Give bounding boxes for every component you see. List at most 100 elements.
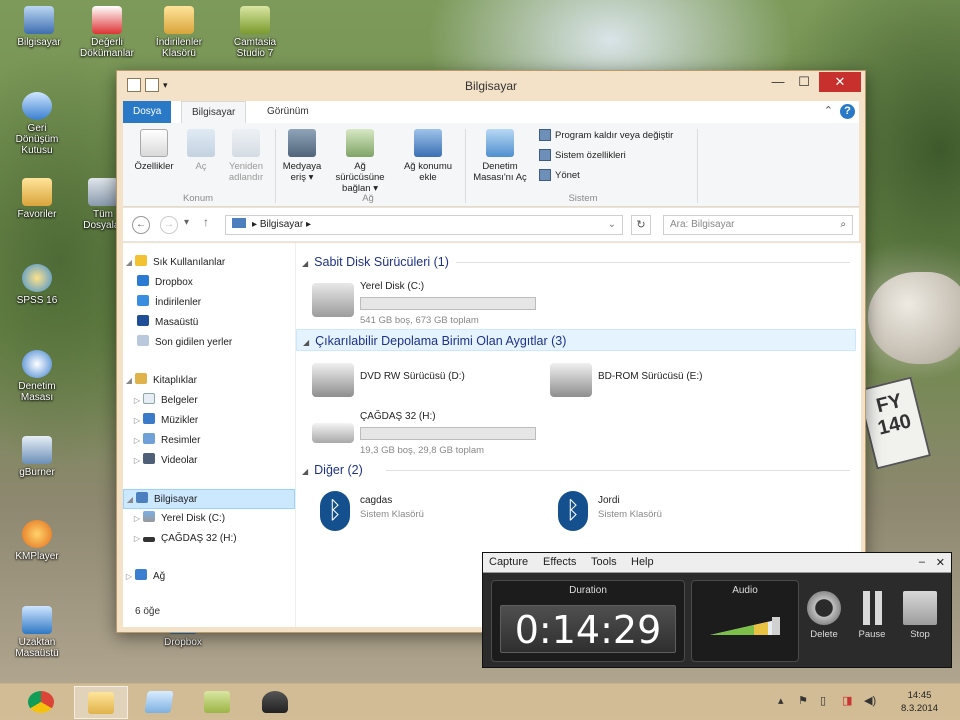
- nav-item-pictures[interactable]: ▷ Resimler: [123, 431, 295, 451]
- taskbar-camtasia-recorder[interactable]: [248, 686, 302, 719]
- menu-tools[interactable]: Tools: [591, 556, 617, 568]
- menu-effects[interactable]: Effects: [543, 556, 576, 568]
- desktop-icon-gburner[interactable]: gBurner: [6, 436, 68, 478]
- collapse-arrow-icon[interactable]: ◢: [123, 253, 135, 273]
- collapse-group-icon[interactable]: ◢: [303, 338, 309, 347]
- network-icon[interactable]: ◨: [842, 694, 852, 707]
- menu-help[interactable]: Help: [631, 556, 654, 568]
- show-hidden-icons-icon[interactable]: ▴: [778, 694, 784, 707]
- forward-button[interactable]: →: [160, 216, 178, 234]
- tab-computer[interactable]: Bilgisayar: [181, 101, 247, 123]
- expand-arrow-icon[interactable]: ▷: [123, 567, 135, 587]
- back-button[interactable]: ←: [132, 216, 150, 234]
- recorder-close-button[interactable]: ✕: [936, 556, 945, 569]
- expand-arrow-icon[interactable]: ▷: [131, 411, 143, 431]
- maximize-button[interactable]: ☐: [791, 72, 817, 92]
- drive-tile-usb[interactable]: ÇAĞDAŞ 32 (H:) 19,3 GB boş, 29,8 GB topl…: [312, 409, 552, 459]
- nav-item-dropbox[interactable]: Dropbox: [123, 273, 295, 293]
- recorder-minimize-button[interactable]: –: [919, 556, 925, 568]
- help-icon[interactable]: ?: [840, 104, 855, 119]
- audio-slider-handle[interactable]: [772, 617, 780, 635]
- nav-item-recent-places[interactable]: Son gidilen yerler: [123, 333, 295, 353]
- expand-arrow-icon[interactable]: ▷: [131, 529, 143, 549]
- drive-tile-bd-rom[interactable]: BD-ROM Sürücüsü (E:): [550, 359, 790, 409]
- audio-level-meter[interactable]: [710, 615, 784, 637]
- nav-computer[interactable]: ◢ Bilgisayar: [123, 489, 295, 509]
- nav-label: Videolar: [161, 455, 198, 466]
- map-network-drive-button[interactable]: Ağ sürücüsüne bağlan ▾: [329, 129, 391, 194]
- bluetooth-device-jordi[interactable]: ᛒ Jordi Sistem Klasörü: [550, 487, 790, 537]
- desktop-icon-documents[interactable]: Değerli Dökümanlar: [76, 6, 138, 59]
- drive-tile-dvd[interactable]: DVD RW Sürücüsü (D:): [312, 359, 552, 409]
- minimize-button[interactable]: —: [765, 72, 791, 92]
- nav-item-desktop[interactable]: Masaüstü: [123, 313, 295, 333]
- nav-item-videos[interactable]: ▷ Videolar: [123, 451, 295, 471]
- tab-view[interactable]: Görünüm: [257, 101, 319, 123]
- power-icon[interactable]: ▯: [820, 694, 826, 707]
- taskbar-file-explorer[interactable]: [74, 686, 128, 719]
- properties-button[interactable]: Özellikler: [129, 129, 179, 172]
- close-button[interactable]: ✕: [819, 72, 861, 92]
- address-bar[interactable]: ▸ Bilgisayar ▸ ⌄: [225, 215, 623, 235]
- delete-button[interactable]: Delete: [799, 591, 849, 640]
- uninstall-program-button[interactable]: Program kaldır veya değiştir: [539, 129, 673, 141]
- desktop-icon-control-panel[interactable]: Denetim Masası: [6, 350, 68, 403]
- collapse-ribbon-icon[interactable]: ⌃: [824, 104, 833, 117]
- open-control-panel-button[interactable]: Denetim Masası'nı Aç: [469, 129, 531, 183]
- title-bar[interactable]: ▾ Bilgisayar — ☐ ✕: [117, 71, 865, 101]
- volume-icon[interactable]: ◀): [864, 694, 876, 707]
- system-properties-button[interactable]: Sistem özellikleri: [539, 149, 626, 161]
- add-network-location-button[interactable]: Ağ konumu ekle: [395, 129, 461, 183]
- nav-item-documents[interactable]: ▷ Belgeler: [123, 391, 295, 411]
- nav-network[interactable]: ▷ Ağ: [123, 567, 295, 587]
- bluetooth-device-cagdas[interactable]: ᛒ cagdas Sistem Klasörü: [312, 487, 552, 537]
- collapse-group-icon[interactable]: ◢: [302, 259, 308, 268]
- expand-arrow-icon[interactable]: ▷: [131, 509, 143, 529]
- taskbar-green-app[interactable]: [190, 686, 244, 719]
- expand-arrow-icon[interactable]: ▷: [131, 451, 143, 471]
- desktop-icon-spss[interactable]: SPSS 16: [6, 264, 68, 306]
- desktop-icon-remote-desktop[interactable]: Uzaktan Masaüstü: [6, 606, 68, 659]
- desktop-icon-kmplayer[interactable]: KMPlayer: [6, 520, 68, 562]
- manage-label: Yönet: [555, 169, 580, 181]
- up-button[interactable]: ↑: [203, 215, 209, 229]
- nav-item-downloads[interactable]: İndirilenler: [123, 293, 295, 313]
- menu-capture[interactable]: Capture: [489, 556, 528, 568]
- taskbar-chrome[interactable]: [14, 686, 68, 719]
- recent-locations-dropdown-icon[interactable]: ▾: [184, 217, 189, 228]
- desktop-icon-favorites[interactable]: Favoriler: [6, 178, 68, 220]
- manage-button[interactable]: Yönet: [539, 169, 580, 181]
- nav-item-local-disk[interactable]: ▷ Yerel Disk (C:): [123, 509, 295, 529]
- pause-button[interactable]: Pause: [847, 591, 897, 640]
- refresh-button[interactable]: ↻: [631, 215, 651, 235]
- open-button[interactable]: Aç: [183, 129, 219, 172]
- access-media-button[interactable]: Medyaya eriş ▾: [277, 129, 327, 183]
- nav-label: Sık Kullanılanlar: [153, 257, 226, 268]
- expand-arrow-icon[interactable]: ▷: [131, 391, 143, 411]
- desktop-icon-computer[interactable]: Bilgisayar: [8, 6, 70, 48]
- nav-item-usb-drive[interactable]: ▷ ÇAĞDAŞ 32 (H:): [123, 529, 295, 549]
- manage-icon: [539, 169, 551, 181]
- address-dropdown-icon[interactable]: ⌄: [608, 216, 616, 234]
- drive-tile-local-disk[interactable]: Yerel Disk (C:) 541 GB boş, 673 GB topla…: [312, 279, 552, 329]
- collapse-group-icon[interactable]: ◢: [302, 467, 308, 476]
- collapse-arrow-icon[interactable]: ◢: [124, 490, 136, 510]
- collapse-arrow-icon[interactable]: ◢: [123, 371, 135, 391]
- nav-item-music[interactable]: ▷ Müzikler: [123, 411, 295, 431]
- group-other[interactable]: ◢ Diğer (2): [296, 459, 856, 481]
- taskbar-notes[interactable]: [132, 686, 186, 719]
- flag-icon[interactable]: ⚑: [798, 694, 808, 707]
- expand-arrow-icon[interactable]: ▷: [131, 431, 143, 451]
- tab-file[interactable]: Dosya: [123, 101, 172, 123]
- desktop-icon-camtasia[interactable]: Camtasia Studio 7: [224, 6, 286, 59]
- desktop-icon-recycle-bin[interactable]: Geri Dönüşüm Kutusu: [6, 92, 68, 156]
- nav-libraries[interactable]: ◢ Kitaplıklar: [123, 371, 295, 391]
- stop-button[interactable]: Stop: [895, 591, 945, 640]
- rename-button[interactable]: Yeniden adlandır: [221, 129, 271, 183]
- nav-favorites[interactable]: ◢ Sık Kullanılanlar: [123, 253, 295, 273]
- group-removable-devices[interactable]: ◢ Çıkarılabilir Depolama Birimi Olan Aygı…: [296, 329, 856, 351]
- desktop-icon-downloads[interactable]: İndirilenler Klasörü: [148, 6, 210, 59]
- search-input[interactable]: Ara: Bilgisayar ⌕: [663, 215, 853, 235]
- group-hard-drives[interactable]: ◢ Sabit Disk Sürücüleri (1): [296, 251, 856, 273]
- system-clock[interactable]: 14:45 8.3.2014: [901, 689, 938, 715]
